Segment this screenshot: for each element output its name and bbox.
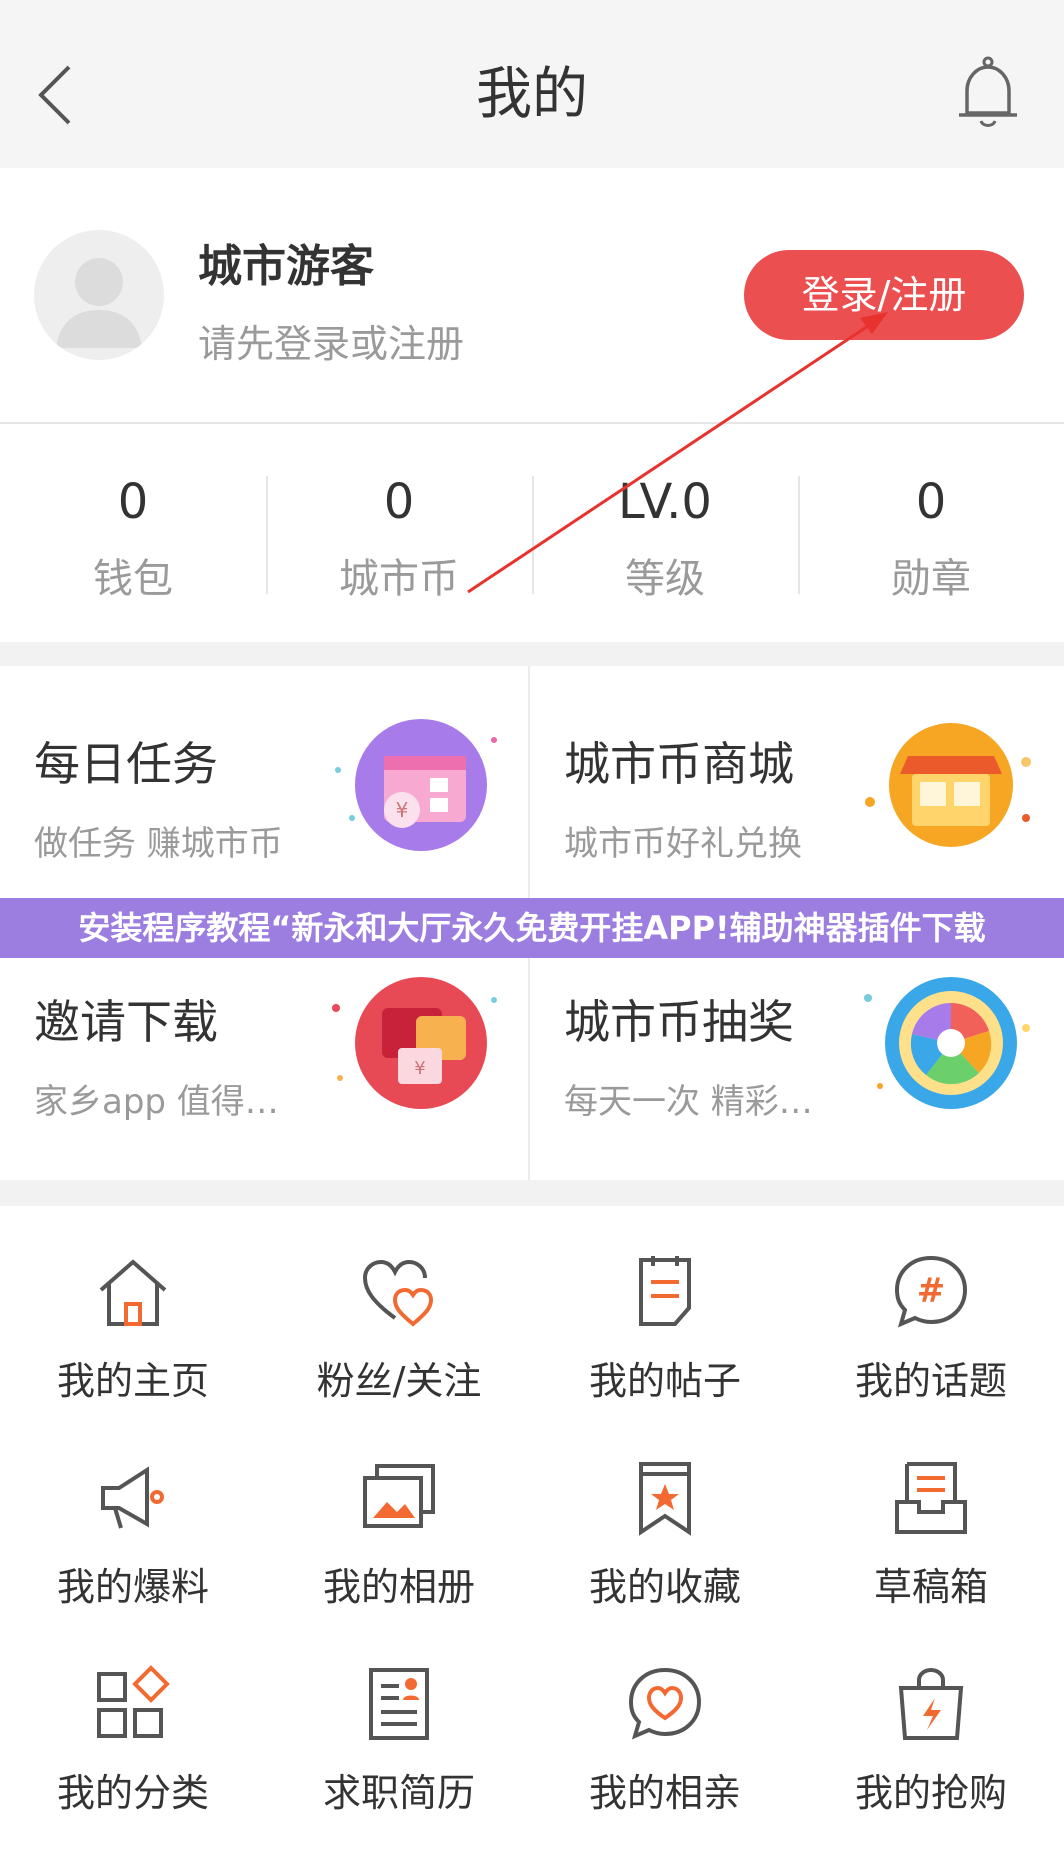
section-divider <box>0 1180 1064 1206</box>
grid-item-label: 我的爆料 <box>56 1565 209 1609</box>
card-subtitle: 做任务 赚城市币 <box>34 824 283 864</box>
grid-item-drafts[interactable]: 草稿箱 <box>798 1412 1064 1618</box>
card-title: 城市币抽奖 <box>564 995 794 1049</box>
drafts-icon <box>895 1462 967 1534</box>
stat-level[interactable]: LV.0 等级 <box>532 424 798 642</box>
grid-item-label: 我的帖子 <box>588 1359 741 1403</box>
user-name: 城市游客 <box>198 241 374 292</box>
grid-item-dating[interactable]: 我的相亲 <box>532 1618 798 1824</box>
stat-value: LV.0 <box>618 474 712 530</box>
lottery-wheel-icon <box>864 977 1030 1109</box>
stat-label: 等级 <box>625 556 705 602</box>
grid-item-label: 我的相册 <box>322 1565 475 1609</box>
card-daily-task[interactable]: 每日任务 做任务 赚城市币 ¥ <box>0 666 530 923</box>
stat-value: 0 <box>383 474 415 530</box>
category-icon <box>97 1665 170 1738</box>
megaphone-icon <box>101 1466 164 1529</box>
stat-city-coin[interactable]: 0 城市币 <box>266 424 532 642</box>
svg-text:¥: ¥ <box>396 798 409 822</box>
grid-item-categories[interactable]: 我的分类 <box>0 1618 266 1824</box>
home-icon <box>99 1259 167 1326</box>
grid-item-label: 求职简历 <box>322 1771 475 1815</box>
shop-icon <box>865 723 1031 847</box>
function-grid: 我的主页 粉丝/关注 我的帖子 # 我的话题 我的爆料 我的相册 我的收藏 草稿… <box>0 1206 1064 1855</box>
page-title: 我的 <box>476 62 588 127</box>
grid-item-home[interactable]: 我的主页 <box>0 1206 266 1412</box>
card-subtitle: 家乡app 值得… <box>34 1082 279 1122</box>
red-envelope-icon: ¥ <box>332 977 497 1109</box>
notification-button[interactable] <box>948 52 1028 136</box>
grid-item-label: 我的抢购 <box>854 1771 1007 1815</box>
card-title: 邀请下载 <box>34 995 218 1049</box>
stat-value: 0 <box>915 474 947 530</box>
section-divider <box>0 642 1064 666</box>
grid-item-fans[interactable]: 粉丝/关注 <box>266 1206 532 1412</box>
avatar[interactable] <box>34 230 164 360</box>
stat-label: 钱包 <box>93 556 173 602</box>
grid-item-label: 我的话题 <box>854 1359 1007 1403</box>
grid-item-label: 我的收藏 <box>588 1565 741 1609</box>
card-subtitle: 每天一次 精彩… <box>564 1082 813 1122</box>
stat-value: 0 <box>117 474 149 530</box>
hearts-icon <box>362 1259 434 1327</box>
stat-label: 勋章 <box>891 556 971 602</box>
grid-item-posts[interactable]: 我的帖子 <box>532 1206 798 1412</box>
default-user-icon <box>56 258 142 348</box>
overlay-ad-banner[interactable]: 安装程序教程“新永和大厅永久免费开挂APP!辅助神器插件下载 <box>0 898 1064 958</box>
post-icon <box>639 1256 691 1326</box>
card-coin-mall[interactable]: 城市币商城 城市币好礼兑换 <box>530 666 1060 923</box>
card-title: 每日任务 <box>34 737 218 791</box>
dating-icon <box>628 1667 702 1740</box>
flash-sale-icon <box>898 1667 964 1740</box>
top-nav-bar: 我的 <box>0 0 1064 168</box>
card-invite[interactable]: 邀请下载 家乡app 值得… ¥ <box>0 924 530 1181</box>
svg-text:#: # <box>917 1271 946 1311</box>
svg-text:¥: ¥ <box>414 1058 425 1079</box>
grid-item-topics[interactable]: # 我的话题 <box>798 1206 1064 1412</box>
login-register-button[interactable]: 登录/注册 <box>744 250 1024 340</box>
login-hint: 请先登录或注册 <box>198 322 465 366</box>
resume-icon <box>369 1668 429 1740</box>
stat-label: 城市币 <box>339 556 459 602</box>
grid-item-tipoffs[interactable]: 我的爆料 <box>0 1412 266 1618</box>
grid-item-label: 我的分类 <box>56 1771 209 1815</box>
grid-item-label: 我的主页 <box>56 1359 209 1403</box>
grid-item-favorites[interactable]: 我的收藏 <box>532 1412 798 1618</box>
profile-section: 城市游客 请先登录或注册 登录/注册 <box>0 168 1064 422</box>
task-calendar-icon: ¥ <box>335 719 497 851</box>
grid-item-label: 粉丝/关注 <box>316 1359 482 1403</box>
card-lottery[interactable]: 城市币抽奖 每天一次 精彩… <box>530 924 1060 1181</box>
album-icon <box>363 1464 435 1528</box>
stat-wallet[interactable]: 0 钱包 <box>0 424 266 642</box>
stats-row: 0 钱包 0 城市币 LV.0 等级 0 勋章 <box>0 422 1064 642</box>
grid-item-flash-sale[interactable]: 我的抢购 <box>798 1618 1064 1824</box>
card-subtitle: 城市币好礼兑换 <box>564 824 802 864</box>
card-title: 城市币商城 <box>564 737 794 791</box>
grid-item-label: 我的相亲 <box>588 1771 741 1815</box>
bookmark-icon <box>639 1462 691 1536</box>
grid-item-resume[interactable]: 求职简历 <box>266 1618 532 1824</box>
stat-medal[interactable]: 0 勋章 <box>798 424 1064 642</box>
grid-item-album[interactable]: 我的相册 <box>266 1412 532 1618</box>
grid-item-label: 草稿箱 <box>873 1565 988 1609</box>
bell-icon <box>959 56 1017 127</box>
hashtag-icon: # <box>894 1255 968 1328</box>
